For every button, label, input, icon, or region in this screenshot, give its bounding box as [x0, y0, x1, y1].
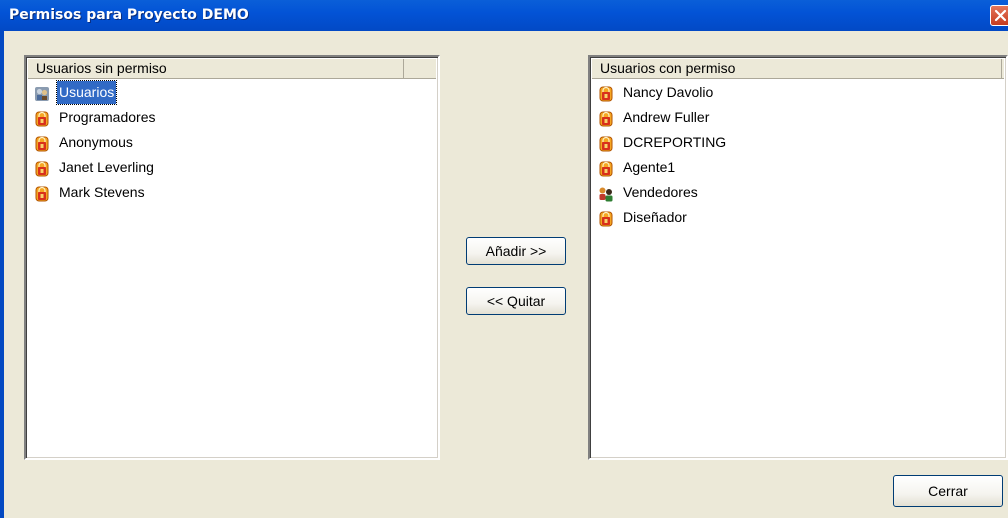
window-title: Permisos para Proyecto DEMO [9, 7, 249, 23]
list-item-label: Usuarios [55, 80, 118, 105]
list-items: Nancy Davolio Andrew Fuller DCREPORTING Age… [592, 81, 1004, 231]
list-item-label: Agente1 [623, 159, 676, 175]
users-with-permission-list[interactable]: Usuarios con permiso Nancy Davolio Andrew… [588, 55, 1008, 460]
user-lock-icon [598, 110, 614, 127]
user-lock-icon [598, 135, 614, 152]
list-item[interactable]: Janet Leverling [28, 156, 436, 181]
close-icon [994, 9, 1007, 22]
title-bar[interactable]: Permisos para Proyecto DEMO [0, 0, 1008, 31]
remove-button[interactable]: << Quitar [466, 287, 566, 315]
list-item[interactable]: Vendedores [592, 181, 1004, 206]
list-item[interactable]: Nancy Davolio [592, 81, 1004, 106]
list-item[interactable]: Agente1 [592, 156, 1004, 181]
list-item[interactable]: Andrew Fuller [592, 106, 1004, 131]
user-lock-icon [598, 210, 614, 227]
list-item-label: Vendedores [623, 184, 698, 200]
close-window-button[interactable] [990, 5, 1008, 26]
list-item[interactable]: Diseñador [592, 206, 1004, 231]
column-header-label[interactable]: Usuarios sin permiso [28, 59, 404, 78]
list-item-label: Janet Leverling [59, 159, 154, 175]
list-item-label: Andrew Fuller [623, 109, 710, 125]
column-header[interactable]: Usuarios con permiso [592, 59, 1004, 79]
list-items: Usuarios Programadores Anonymous Janet Leve… [28, 80, 436, 206]
list-item[interactable]: Programadores [28, 106, 436, 131]
column-header[interactable]: Usuarios sin permiso [28, 59, 436, 79]
users-without-permission-list[interactable]: Usuarios sin permiso Usuarios Programador… [24, 55, 440, 460]
user-lock-icon [34, 110, 50, 127]
group-icon [34, 85, 50, 101]
user-lock-icon [34, 185, 50, 202]
user-lock-icon [34, 160, 50, 177]
list-item-label: Mark Stevens [59, 184, 145, 200]
users-group-icon [598, 185, 614, 202]
user-lock-icon [598, 85, 614, 102]
close-button[interactable]: Cerrar [893, 475, 1003, 507]
list-item[interactable]: Anonymous [28, 131, 436, 156]
list-item-label: Anonymous [59, 134, 133, 150]
add-button[interactable]: Añadir >> [466, 237, 566, 265]
list-item-label: DCREPORTING [623, 134, 727, 150]
list-item[interactable]: DCREPORTING [592, 131, 1004, 156]
user-lock-icon [34, 135, 50, 152]
list-item[interactable]: Usuarios [28, 80, 436, 106]
list-item-label: Nancy Davolio [623, 84, 714, 100]
window-frame-left [0, 31, 4, 518]
list-item-label: Diseñador [623, 209, 687, 225]
list-item-label: Programadores [59, 109, 156, 125]
column-header-label[interactable]: Usuarios con permiso [592, 59, 1002, 78]
list-item[interactable]: Mark Stevens [28, 181, 436, 206]
user-lock-icon [598, 160, 614, 177]
